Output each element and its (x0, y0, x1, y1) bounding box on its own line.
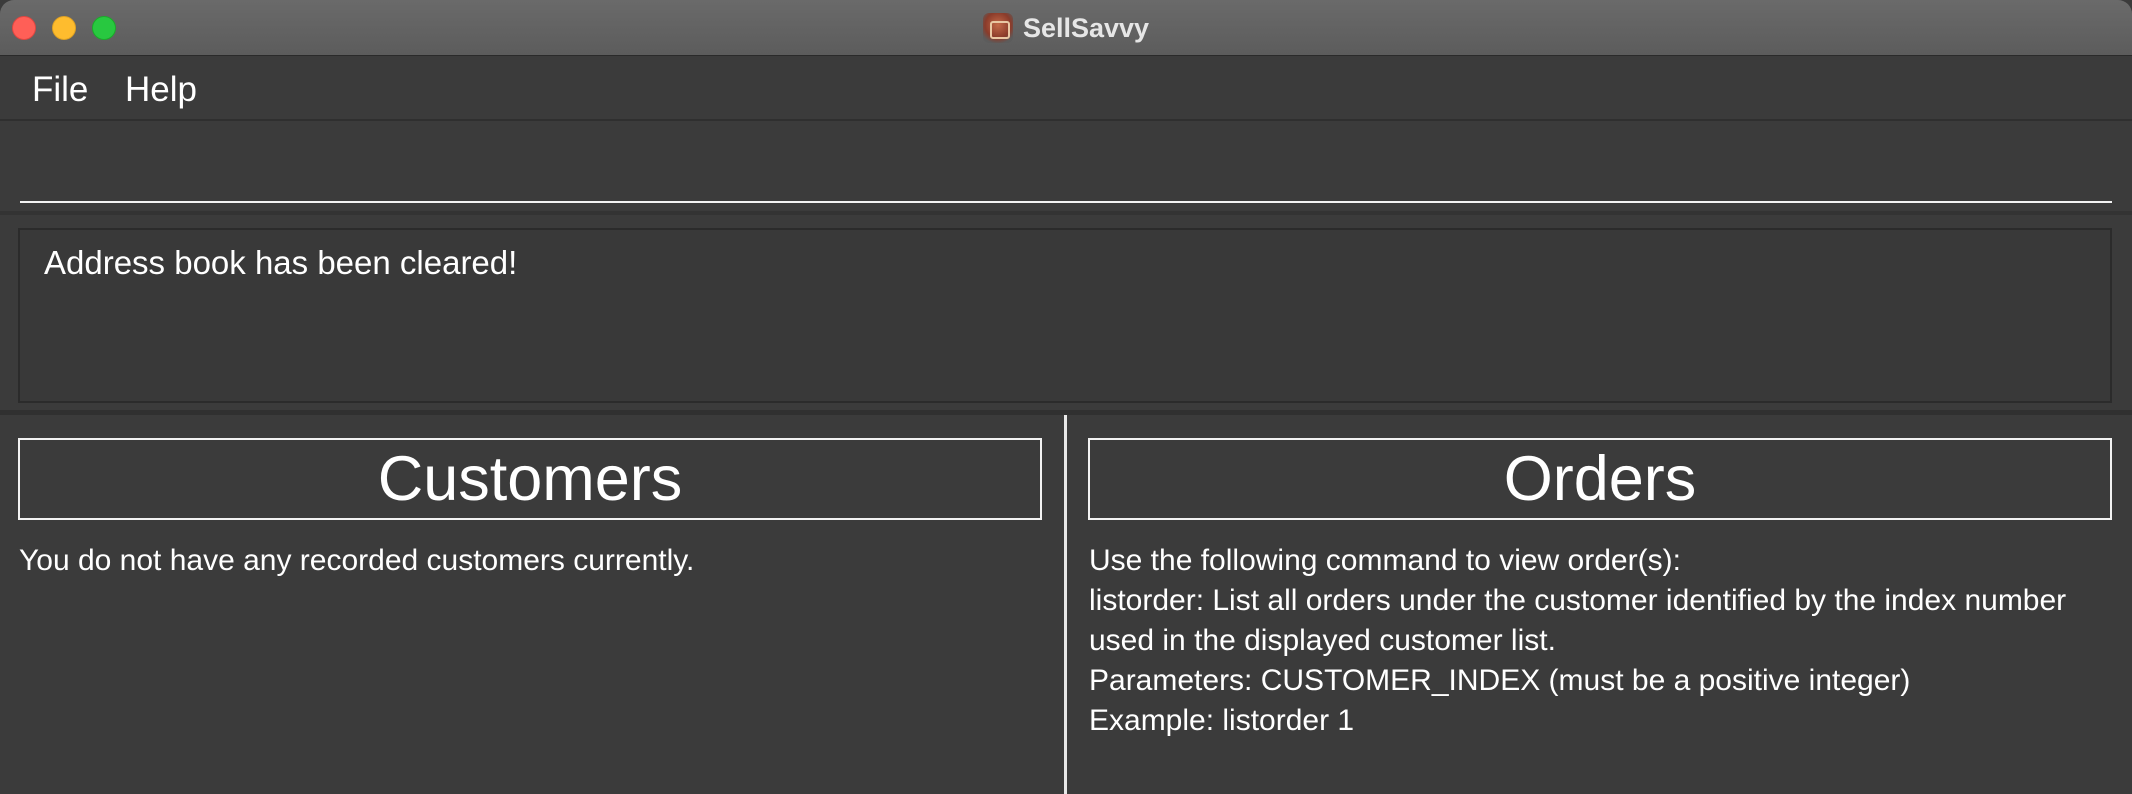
customers-header: Customers (18, 438, 1042, 520)
orders-help-line: Parameters: CUSTOMER_INDEX (must be a po… (1089, 664, 1911, 697)
result-display: Address book has been cleared! (18, 228, 2112, 403)
window-title-group: SellSavvy (0, 0, 2132, 56)
app-icon (982, 13, 1013, 43)
command-box (0, 121, 2132, 215)
menu-help[interactable]: Help (123, 66, 199, 114)
customers-empty-message: You do not have any recorded customers c… (19, 541, 1049, 581)
orders-help-line: Example: listorder 1 (1089, 704, 1355, 737)
orders-panel: Orders Use the following command to view… (1068, 415, 2132, 794)
orders-help-line: listorder: List all orders under the cus… (1089, 584, 2067, 617)
orders-help-text: Use the following command to view order(… (1089, 541, 2129, 741)
menu-bar: File Help (0, 56, 2132, 121)
customers-empty-text: You do not have any recorded customers c… (19, 544, 695, 577)
orders-header: Orders (1088, 438, 2112, 520)
customers-panel: Customers You do not have any recorded c… (0, 415, 1064, 794)
orders-help-line: used in the displayed customer list. (1089, 624, 1556, 657)
menu-file[interactable]: File (30, 66, 90, 114)
window-title: SellSavvy (1022, 12, 1150, 43)
result-message: Address book has been cleared! (44, 244, 518, 281)
panel-split-divider[interactable] (1064, 415, 1067, 794)
orders-help-line: Use the following command to view order(… (1089, 544, 1681, 577)
window-titlebar: SellSavvy (0, 0, 2132, 56)
command-input[interactable] (20, 139, 2112, 203)
